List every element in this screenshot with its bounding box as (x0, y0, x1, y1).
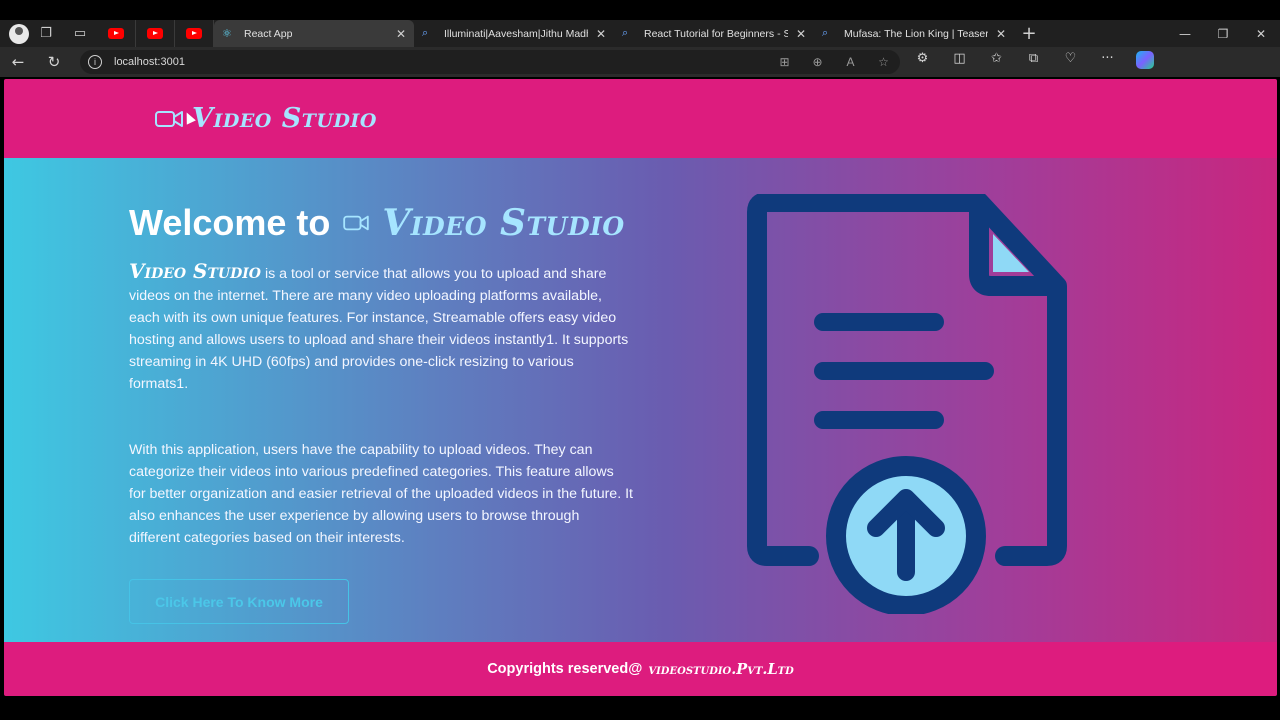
url-text: localhost:3001 (114, 56, 185, 68)
window-controls: — ❐ ✕ (1166, 27, 1280, 41)
tab-title: React App (244, 27, 293, 40)
tab-title: Illuminati|Aavesham|Jithu Madhavan (444, 27, 588, 40)
tab-illuminati[interactable]: ⌕ Illuminati|Aavesham|Jithu Madhavan ✕ (414, 20, 614, 47)
page-viewport: Video Studio Welcome to Video Studio Vid… (4, 79, 1277, 696)
intro-text: is a tool or service that allows you to … (129, 266, 629, 392)
copilot-icon[interactable] (1126, 51, 1163, 73)
tab-title: React Tutorial for Beginners - Search (644, 27, 788, 40)
pinned-tab-youtube-1[interactable] (97, 20, 136, 47)
hero-section: Welcome to Video Studio Video Studio is … (4, 158, 1277, 642)
new-tab-icon[interactable]: + (1014, 23, 1044, 44)
paragraph-brand: Video Studio (129, 259, 261, 283)
features-paragraph: With this application, users have the ca… (129, 442, 633, 546)
video-camera-icon (155, 110, 183, 127)
welcome-heading: Welcome to Video Studio (129, 202, 634, 244)
tab-actions-icon[interactable]: ▭ (63, 26, 97, 41)
youtube-icon (108, 28, 124, 39)
welcome-brand: Video Studio (382, 202, 625, 244)
close-icon[interactable]: ✕ (796, 27, 806, 41)
footer-text: Copyrights reserved@ (487, 661, 643, 677)
site-footer: Copyrights reserved@ videostudio.Pvt.Ltd (4, 642, 1277, 696)
read-aloud-icon[interactable]: A (834, 55, 867, 69)
tab-mufasa[interactable]: ⌕ Mufasa: The Lion King | Teaser Trailer… (814, 20, 1014, 47)
youtube-icon (186, 28, 202, 39)
refresh-icon[interactable]: ↻ (36, 53, 72, 71)
youtube-icon (147, 28, 163, 39)
favorite-star-icon[interactable]: ☆ (867, 55, 900, 69)
tab-title: Mufasa: The Lion King | Teaser Trailer (844, 27, 988, 40)
minimize-icon[interactable]: — (1166, 27, 1204, 41)
close-window-icon[interactable]: ✕ (1242, 27, 1280, 41)
search-icon: ⌕ (422, 27, 429, 39)
react-icon: ⚛ (222, 28, 232, 40)
split-screen-icon[interactable]: ◫ (941, 51, 978, 73)
more-menu-icon[interactable]: ··· (1089, 51, 1126, 73)
restore-icon[interactable]: ❐ (1204, 27, 1242, 41)
back-icon[interactable]: ← (0, 53, 36, 71)
know-more-button[interactable]: Click Here To Know More (129, 579, 349, 624)
search-icon: ⌕ (622, 27, 629, 39)
browser-essentials-icon[interactable]: ♡ (1052, 51, 1089, 73)
tab-react-app[interactable]: ⚛ React App ✕ (214, 20, 414, 47)
extensions-icon[interactable]: ⚙ (904, 51, 941, 73)
profile-icon[interactable] (9, 23, 29, 44)
favorites-icon[interactable]: ✩ (978, 51, 1015, 73)
site-info-icon[interactable]: i (88, 55, 102, 69)
brand-name: Video Studio (192, 103, 377, 134)
browser-tab-strip: ❐ ▭ ⚛ React App ✕ ⌕ Illuminati|Aavesham|… (0, 20, 1280, 47)
intro-paragraph: Video Studio is a tool or service that a… (129, 260, 634, 395)
search-icon: ⌕ (822, 27, 829, 39)
collections-icon[interactable]: ⧉ (1015, 51, 1052, 73)
welcome-prefix: Welcome to (129, 202, 331, 243)
footer-brand: videostudio.Pvt.Ltd (648, 660, 794, 678)
close-icon[interactable]: ✕ (996, 27, 1006, 41)
close-icon[interactable]: ✕ (396, 27, 406, 41)
close-icon[interactable]: ✕ (596, 27, 606, 41)
tab-react-tutorial[interactable]: ⌕ React Tutorial for Beginners - Search … (614, 20, 814, 47)
app-available-icon[interactable]: ⊞ (768, 55, 801, 69)
address-toolbar: ← ↻ i localhost:3001 ⊞ ⊕ A ☆ ⚙ ◫ ✩ ⧉ ♡ ·… (0, 47, 1280, 77)
workspaces-icon[interactable]: ❐ (29, 26, 63, 41)
hero-content: Welcome to Video Studio Video Studio is … (129, 202, 634, 624)
screen-top-bar (0, 0, 1280, 20)
file-upload-icon (747, 194, 1067, 614)
video-camera-icon (343, 215, 370, 231)
pinned-tab-youtube-2[interactable] (136, 20, 175, 47)
zoom-icon[interactable]: ⊕ (801, 55, 834, 69)
pinned-tab-youtube-3[interactable] (175, 20, 214, 47)
address-bar[interactable]: i localhost:3001 ⊞ ⊕ A ☆ (80, 50, 900, 74)
